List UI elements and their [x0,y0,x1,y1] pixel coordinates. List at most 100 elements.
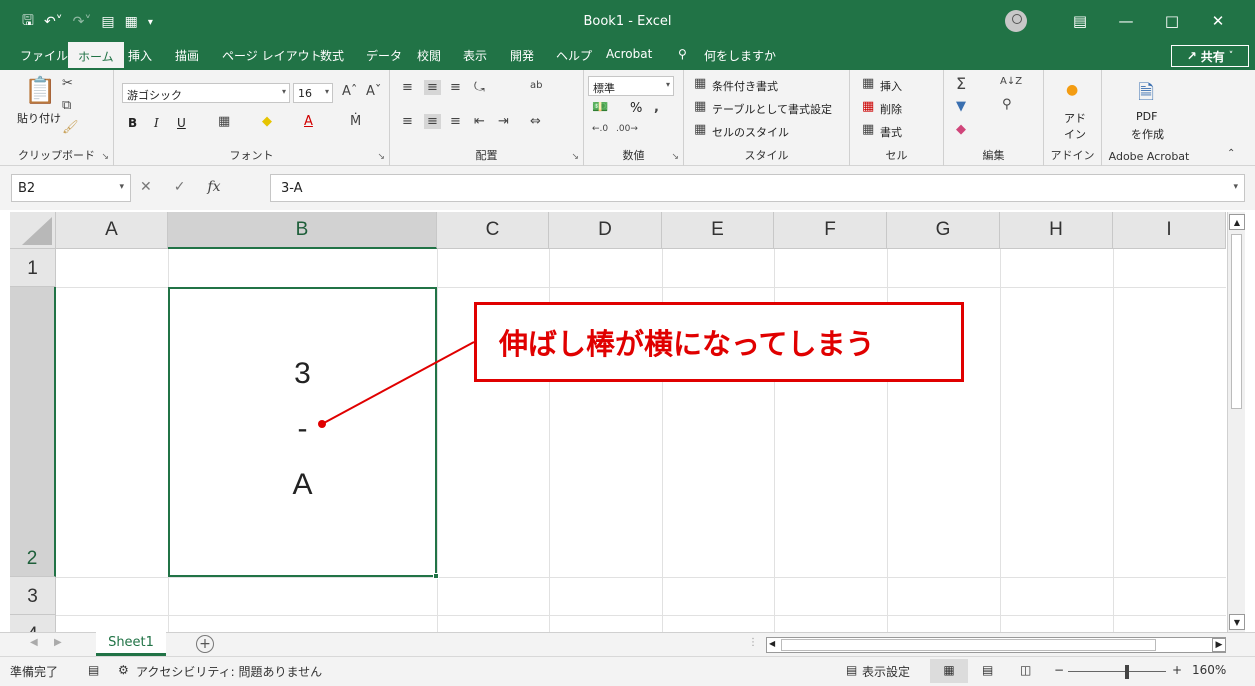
autosum-icon[interactable]: Σ [956,74,966,93]
add-sheet-icon[interactable]: + [196,635,214,653]
sheet-tab-sheet1[interactable]: Sheet1 [96,632,166,656]
addins-icon[interactable]: ● [1066,82,1078,98]
decrease-font-icon[interactable]: Aˇ [366,84,381,99]
launcher-icon[interactable]: ↘ [377,152,385,162]
column-header-g[interactable]: G [887,212,1000,249]
increase-font-icon[interactable]: Aˆ [342,84,357,99]
collapse-ribbon-icon[interactable]: ⌃ [1227,148,1235,159]
fill-handle[interactable] [433,573,439,579]
tab-acrobat[interactable]: Acrobat [606,47,652,61]
zoom-slider[interactable] [1068,671,1166,672]
decrease-indent-icon[interactable]: ⇤ [474,114,485,129]
launcher-icon[interactable]: ↘ [671,152,679,162]
row-header-2[interactable]: 2 [10,287,56,577]
scroll-up-icon[interactable]: ▲ [1229,214,1245,230]
tab-file[interactable]: ファイル [20,47,68,64]
scroll-down-icon[interactable]: ▼ [1229,614,1245,630]
cancel-icon[interactable]: ✕ [140,179,152,195]
phonetic-icon[interactable]: Ṁ [350,114,361,129]
column-header-d[interactable]: D [549,212,662,249]
number-format-select[interactable]: 標準 ▾ [588,76,674,96]
align-middle-icon[interactable]: ≡ [424,80,441,95]
align-bottom-icon[interactable]: ≡ [450,80,461,95]
fill-color-icon[interactable]: ◆ [262,114,272,129]
name-box[interactable]: B2 ▾ [11,174,131,202]
row-header-4[interactable]: 4 [10,615,56,632]
zoom-slider-thumb[interactable] [1125,665,1129,679]
insert-cells-button[interactable]: 挿入 [880,78,902,94]
zoom-level[interactable]: 160% [1192,663,1226,677]
create-pdf-line2[interactable]: を作成 [1131,126,1164,142]
addins-button-line1[interactable]: アド [1064,110,1086,126]
column-header-a[interactable]: A [56,212,168,249]
column-header-c[interactable]: C [437,212,549,249]
align-center-icon[interactable]: ≡ [424,114,441,129]
horizontal-scroll-thumb[interactable] [781,639,1156,651]
fill-icon[interactable]: ▼ [956,99,966,114]
column-header-h[interactable]: H [1000,212,1113,249]
bold-button[interactable]: B [128,116,137,130]
copy-icon[interactable]: ⧉ [62,98,71,113]
row-header-1[interactable]: 1 [10,249,56,287]
tab-formulas[interactable]: 数式 [320,47,344,64]
horizontal-scrollbar[interactable]: ◀ [766,637,1226,653]
share-button[interactable]: ↗ 共有 ˅ [1171,45,1249,67]
minimize-icon[interactable]: — [1103,8,1149,34]
column-header-e[interactable]: E [662,212,774,249]
font-name-input[interactable]: 游ゴシック ▾ [122,83,290,103]
select-all-button[interactable] [10,212,56,249]
font-size-input[interactable]: 16 ▾ [293,83,333,103]
sheet-prev-icon[interactable]: ◀ [30,637,38,648]
font-color-icon[interactable]: A [304,114,313,129]
comma-icon[interactable]: , [654,100,659,115]
vertical-scroll-thumb[interactable] [1231,234,1242,409]
percent-button[interactable]: % [630,101,642,116]
column-header-b[interactable]: B [168,212,437,249]
accessibility-status[interactable]: アクセシビリティ: 問題ありません [136,663,322,680]
macro-record-icon[interactable]: ▤ [88,663,99,677]
paste-button[interactable]: 貼り付け [17,110,61,126]
tab-insert[interactable]: 挿入 [128,47,152,64]
vertical-scrollbar[interactable]: ▲ ▼ [1227,212,1245,632]
launcher-icon[interactable]: ↘ [101,152,109,162]
increase-decimal-icon[interactable]: ←.0 [592,124,608,134]
borders-icon[interactable]: ▦ [218,114,230,129]
tab-view[interactable]: 表示 [463,47,487,64]
display-settings-button[interactable]: 表示設定 [862,663,910,680]
increase-indent-icon[interactable]: ⇥ [498,114,509,129]
align-top-icon[interactable]: ≡ [402,80,413,95]
column-header-i[interactable]: I [1113,212,1226,249]
normal-view-icon[interactable]: ▦ [930,659,968,683]
account-avatar[interactable] [1005,10,1027,32]
formula-input[interactable]: 3-A ▾ [270,174,1245,202]
format-painter-icon[interactable]: 🖌 [62,120,79,135]
decrease-decimal-icon[interactable]: .00→ [616,124,638,134]
clear-icon[interactable]: ◆ [956,122,966,137]
tab-page-layout[interactable]: ページ レイアウト [222,47,322,64]
scroll-left-icon[interactable]: ◀ [769,639,775,648]
insert-function-icon[interactable]: fx [207,179,220,195]
sheet-next-icon[interactable]: ▶ [54,637,62,648]
currency-icon[interactable]: 💵 [592,100,608,115]
format-as-table-button[interactable]: テーブルとして書式設定 [712,101,832,117]
tab-data[interactable]: データ [366,47,402,64]
zoom-in-icon[interactable]: + [1172,663,1182,677]
create-pdf-line1[interactable]: PDF [1136,110,1157,123]
italic-button[interactable]: I [154,116,159,130]
tab-review[interactable]: 校閲 [417,47,441,64]
conditional-format-button[interactable]: 条件付き書式 [712,78,778,94]
cut-icon[interactable]: ✂ [62,76,73,91]
worksheet-grid[interactable]: A B C D E F G H I 1 2 3 4 3 - A [10,212,1226,632]
tab-home[interactable]: ホーム [68,42,124,70]
find-icon[interactable]: ⚲ [1002,97,1012,112]
underline-button[interactable]: U [177,116,186,130]
create-pdf-icon[interactable]: 🗎 [1138,78,1154,112]
tab-developer[interactable]: 開発 [510,47,534,64]
launcher-icon[interactable]: ↘ [571,152,579,162]
tell-me-search[interactable]: 何をしますか [704,47,776,64]
zoom-out-icon[interactable]: − [1054,663,1064,677]
page-break-view-icon[interactable]: ◫ [1020,663,1031,677]
cell-styles-button[interactable]: セルのスタイル [712,124,789,140]
align-right-icon[interactable]: ≡ [450,114,461,129]
merge-center-icon[interactable]: ⇔ [530,114,541,129]
